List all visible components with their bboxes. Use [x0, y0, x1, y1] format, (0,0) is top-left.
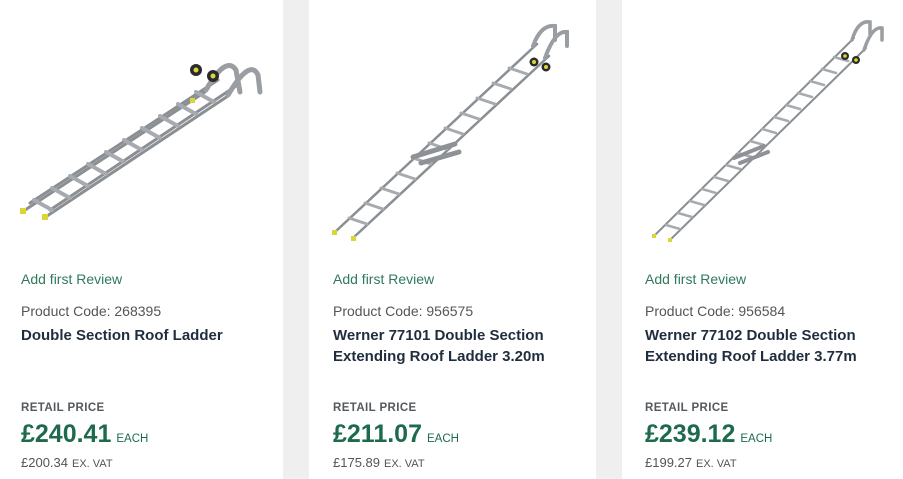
add-first-review-link[interactable]: Add first Review — [645, 271, 746, 287]
product-card[interactable]: Add first Review Product Code: 956584 We… — [622, 0, 903, 479]
retail-price-label: RETAIL PRICE — [645, 402, 729, 414]
roof-ladder-image — [652, 20, 884, 242]
retail-price: £240.41 — [21, 420, 112, 448]
ex-vat-label: EX. VAT — [72, 458, 113, 470]
ex-vat-row: £175.89 EX. VAT — [333, 455, 425, 470]
price-row: £211.07 EACH — [333, 420, 459, 449]
ex-vat-price: £200.34 — [21, 455, 68, 470]
product-image[interactable] — [0, 0, 283, 255]
product-code: Product Code: 956584 — [645, 303, 786, 319]
ex-vat-label: EX. VAT — [696, 458, 737, 470]
product-code: Product Code: 268395 — [21, 303, 162, 319]
product-name[interactable]: Werner 77102 Double Section Extending Ro… — [645, 325, 895, 367]
product-image[interactable] — [309, 0, 596, 255]
retail-price: £239.12 — [645, 420, 736, 448]
ex-vat-row: £199.27 EX. VAT — [645, 455, 737, 470]
retail-price-label: RETAIL PRICE — [333, 402, 417, 414]
product-name[interactable]: Werner 77101 Double Section Extending Ro… — [333, 325, 583, 367]
ex-vat-row: £200.34 EX. VAT — [21, 455, 113, 470]
add-first-review-link[interactable]: Add first Review — [21, 271, 122, 287]
roof-ladder-image — [20, 63, 263, 220]
add-first-review-link[interactable]: Add first Review — [333, 271, 434, 287]
price-row: £240.41 EACH — [21, 420, 148, 449]
each-label: EACH — [116, 433, 149, 445]
ex-vat-price: £199.27 — [645, 455, 692, 470]
product-image[interactable] — [622, 0, 903, 255]
roof-ladder-image — [332, 23, 569, 241]
retail-price: £211.07 — [333, 420, 422, 448]
product-card[interactable]: Add first Review Product Code: 268395 Do… — [0, 0, 283, 479]
product-name[interactable]: Double Section Roof Ladder — [21, 325, 271, 346]
each-label: EACH — [427, 433, 459, 445]
product-card[interactable]: Add first Review Product Code: 956575 We… — [309, 0, 596, 479]
product-code: Product Code: 956575 — [333, 303, 474, 319]
each-label: EACH — [740, 433, 773, 445]
ex-vat-label: EX. VAT — [384, 458, 425, 470]
ex-vat-price: £175.89 — [333, 455, 380, 470]
price-row: £239.12 EACH — [645, 420, 772, 449]
retail-price-label: RETAIL PRICE — [21, 402, 105, 414]
